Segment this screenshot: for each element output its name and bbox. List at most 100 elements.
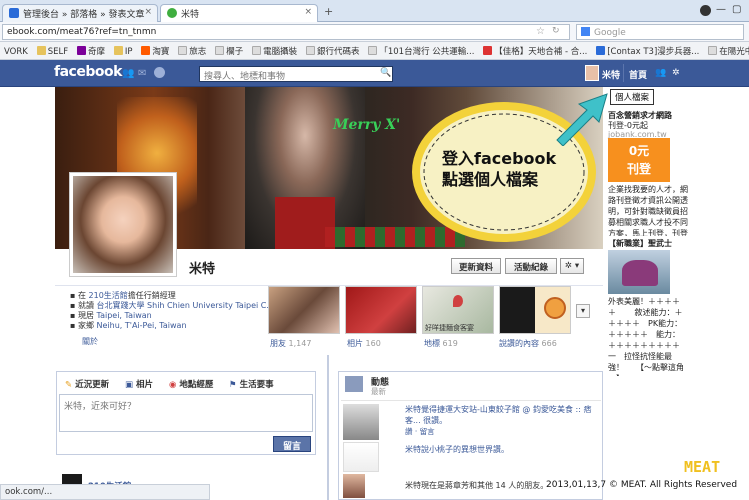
friends-thumbnail[interactable] — [268, 286, 340, 334]
tab-facebook[interactable]: 米特 × — [160, 4, 318, 22]
friends-label[interactable]: 朋友 1,147 — [270, 338, 311, 349]
post-button[interactable]: 留言 — [273, 436, 311, 452]
divider — [341, 400, 601, 401]
briefcase-icon: ▪ — [70, 291, 78, 300]
flag-icon: ⚑ — [229, 380, 240, 390]
hometown-link[interactable]: Neihu, T'Ai-Pei, Taiwan — [97, 321, 187, 330]
page-icon — [178, 46, 188, 55]
facebook-search-input[interactable]: 搜尋人、地標和事物 — [199, 66, 393, 82]
find-friends-icon[interactable]: 👥 — [655, 68, 666, 78]
current-city-link[interactable]: Taipei, Taiwan — [97, 311, 152, 320]
blog-icon — [9, 8, 19, 18]
about-link[interactable]: 關於 — [82, 336, 98, 347]
yahoo-icon — [77, 46, 86, 55]
settings-dropdown-button[interactable]: ✲ ▾ — [560, 258, 584, 274]
reload-icon[interactable]: ↻ — [552, 26, 560, 36]
address-bar: ebook.com/meat76?ref=tn_tnmn ☆ ↻ Google — [0, 22, 749, 42]
bookmark-item[interactable]: SELF — [36, 46, 68, 57]
tab-blog-admin[interactable]: 管理後台 » 部落格 » 發表文章 × — [2, 4, 158, 22]
photos-thumbnail[interactable] — [345, 286, 417, 334]
status-input[interactable]: 米特，近來可好？ — [59, 394, 313, 432]
browser-tab-bar: 管理後台 » 部落格 » 發表文章 × 米特 × + — ▢ — [0, 0, 749, 22]
education-link[interactable]: 台北實踐大學 Shih Chien University Taipei C... — [97, 301, 275, 310]
bookmark-item[interactable]: IP — [113, 46, 133, 57]
friend-requests-icon[interactable]: 👥 — [122, 68, 134, 79]
url-input[interactable]: ebook.com/meat76?ref=tn_tnmn — [2, 24, 570, 40]
activity-thumbnail[interactable] — [343, 442, 379, 472]
bookmark-item[interactable]: [Contax T3]漫步兵器... — [596, 45, 699, 57]
ad-2-body: 外表美麗！＋＋＋＋＋ 敘述能力：＋＋＋＋＋ PK能力：＋＋＋＋＋ 能力：＋＋＋＋… — [608, 297, 686, 376]
bookmark-item[interactable]: 【佳格】天地合補 - 合... — [483, 45, 587, 57]
facebook-logo[interactable]: facebook — [54, 64, 122, 80]
folder-icon — [113, 46, 123, 55]
feed-icon — [345, 376, 363, 392]
map-pin-icon — [453, 295, 463, 307]
update-info-button[interactable]: 更新資料 — [451, 258, 501, 274]
search-icon[interactable]: 🔍 — [380, 68, 391, 78]
work-link[interactable]: 210生活館 — [89, 291, 128, 300]
places-thumbnail[interactable]: 好咩捷麵食客宴 — [422, 286, 494, 334]
profile-picture[interactable] — [69, 172, 177, 277]
page-icon — [305, 46, 315, 55]
bookmark-star-icon[interactable]: ☆ — [536, 26, 545, 37]
bookmark-item[interactable]: 銀行代碼表 — [305, 45, 359, 57]
friend-avatar[interactable] — [343, 474, 365, 498]
ad-1-banner[interactable]: 0元 刊登 — [608, 138, 670, 182]
place-caption: 好咩捷麵食客宴 — [425, 324, 474, 332]
messages-icon[interactable]: ✉ — [138, 68, 146, 79]
notifications-icon[interactable] — [154, 67, 165, 78]
composer-tab-life-event[interactable]: ⚑ 生活要事 — [229, 378, 274, 390]
ad-1-body: 企業找我要的人才，網路刊登徵才資訊公開透明，可針對職缺徵員招募相關求職人才投不同… — [608, 185, 688, 236]
settings-gear-icon[interactable]: ✲ — [672, 68, 680, 78]
location-icon: ◉ — [169, 380, 180, 390]
new-tab-button[interactable]: + — [324, 5, 333, 18]
profile-name: 米特 — [189, 262, 216, 277]
composer-tab-place[interactable]: ◉ 地點經歷 — [169, 378, 213, 390]
page-icon — [368, 46, 378, 55]
bookmark-item[interactable]: 欄子 — [215, 45, 243, 57]
window-close-icon[interactable]: ▢ — [732, 4, 741, 15]
page-icon — [252, 46, 262, 55]
nav-home-link[interactable]: 首頁 — [629, 68, 647, 81]
bookmark-item[interactable]: 電腦攝裝 — [252, 45, 297, 57]
bookmark-item[interactable]: 淘寶 — [141, 45, 169, 57]
bookmark-item[interactable]: 在陽光中品味書香一夢... — [708, 45, 749, 57]
activity-item-2[interactable]: 米特說小桃子的異想世界讚。 — [405, 444, 601, 455]
bookmark-item[interactable]: VORK — [4, 47, 28, 57]
folder-icon — [36, 46, 46, 55]
ad-2-image[interactable] — [608, 250, 670, 294]
profile-photo — [73, 176, 173, 273]
profile-icon[interactable] — [700, 5, 711, 16]
close-icon[interactable]: × — [144, 7, 152, 17]
composer-tab-photo[interactable]: ▣ 相片 — [125, 378, 153, 390]
places-label[interactable]: 地標 619 — [424, 338, 458, 349]
nav-divider — [623, 64, 624, 82]
activity-item-1[interactable]: 米特覺得捷運大安站-山東餃子館 @ 鈞愛吃美食 :: 痞客... 很讚。 — [405, 404, 601, 426]
composer-tab-status[interactable]: ✎ 近況更新 — [65, 378, 109, 390]
bookmark-item[interactable]: 奇摩 — [77, 45, 105, 57]
brand-logo — [544, 297, 566, 319]
ad-2-title[interactable]: 【新職業】聖武士 — [608, 238, 672, 249]
nav-profile-link[interactable]: 米特 — [602, 68, 620, 81]
window-controls-icon[interactable]: — — [716, 4, 726, 15]
like-comment-links[interactable]: 讚 · 留言 — [405, 426, 435, 437]
likes-thumbnail[interactable] — [499, 286, 571, 334]
pencil-icon: ✎ — [65, 380, 76, 390]
facebook-top-bar: facebook 👥 ✉ 搜尋人、地標和事物 🔍 米特 首頁 👥 ✲ — [0, 60, 749, 87]
page-icon — [596, 46, 606, 55]
bookmark-item[interactable]: 旅志 — [178, 45, 206, 57]
avatar[interactable] — [585, 65, 599, 81]
photos-label[interactable]: 相片 160 — [347, 338, 381, 349]
bookmarks-bar: VORK SELF 奇摩 IP 淘寶 旅志 欄子 電腦攝裝 銀行代碼表 「101… — [0, 42, 749, 60]
close-icon[interactable]: × — [304, 7, 312, 17]
right-sidebar: 百念營銷求才網路 刊登-0元起 jobank.com.tw 0元 刊登 企業找我… — [606, 88, 749, 468]
activity-thumbnail[interactable] — [343, 404, 379, 440]
likes-label[interactable]: 說讚的內容 666 — [499, 338, 557, 349]
bookmark-item[interactable]: 「101台灣行 公共運輸... — [368, 45, 474, 57]
knight-figure — [622, 260, 658, 286]
expand-sections-button[interactable]: ▾ — [576, 304, 590, 318]
page-icon — [215, 46, 225, 55]
school-icon: ▪ — [70, 301, 78, 310]
activity-log-button[interactable]: 活動紀錄 — [505, 258, 557, 274]
search-input[interactable]: Google — [576, 24, 744, 40]
